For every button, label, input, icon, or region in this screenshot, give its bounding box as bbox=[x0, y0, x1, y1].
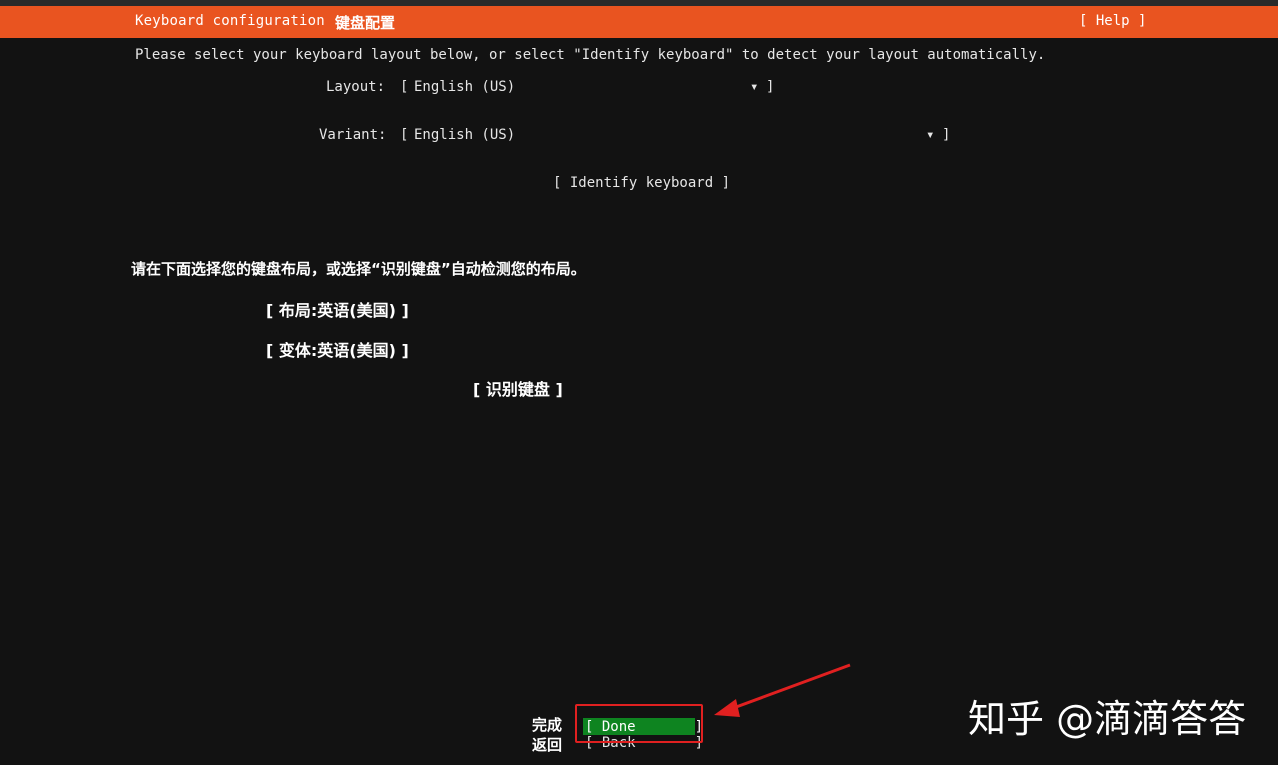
layout-label: Layout: bbox=[326, 79, 386, 95]
layout-dropdown-close-bracket: ] bbox=[766, 79, 775, 95]
variant-label: Variant: bbox=[319, 127, 387, 143]
translation-variant: [ 变体:英语(美国) ] bbox=[266, 341, 409, 360]
translation-back: 返回 bbox=[532, 736, 563, 754]
arrow-icon bbox=[714, 663, 851, 717]
translation-identify: [ 识别键盘 ] bbox=[473, 380, 563, 399]
header-bar: Keyboard configuration 键盘配置 [ Help ] bbox=[0, 6, 1278, 38]
translation-layout: [ 布局:英语(美国) ] bbox=[266, 301, 409, 320]
page-title: Keyboard configuration bbox=[135, 13, 325, 29]
highlight-rectangle bbox=[575, 704, 703, 743]
page-title-translation: 键盘配置 bbox=[335, 14, 396, 32]
identify-keyboard-button[interactable]: [ Identify keyboard ] bbox=[553, 175, 730, 191]
variant-dropdown-value: English (US) bbox=[414, 127, 516, 143]
intro-text: Please select your keyboard layout below… bbox=[135, 47, 1046, 63]
translation-intro: 请在下面选择您的键盘布局，或选择“识别键盘”自动检测您的布局。 bbox=[131, 260, 586, 278]
variant-dropdown-open-bracket: [ bbox=[400, 127, 409, 143]
help-button[interactable]: [ Help ] bbox=[1079, 13, 1146, 29]
translation-done: 完成 bbox=[532, 716, 563, 734]
layout-dropdown-value: English (US) bbox=[414, 79, 516, 95]
variant-dropdown-close-bracket: ] bbox=[942, 127, 951, 143]
watermark: 知乎 @滴滴答答 bbox=[968, 697, 1247, 741]
chevron-down-icon: ▾ bbox=[750, 79, 759, 95]
layout-dropdown-open-bracket: [ bbox=[400, 79, 409, 95]
chevron-down-icon: ▾ bbox=[926, 127, 935, 143]
